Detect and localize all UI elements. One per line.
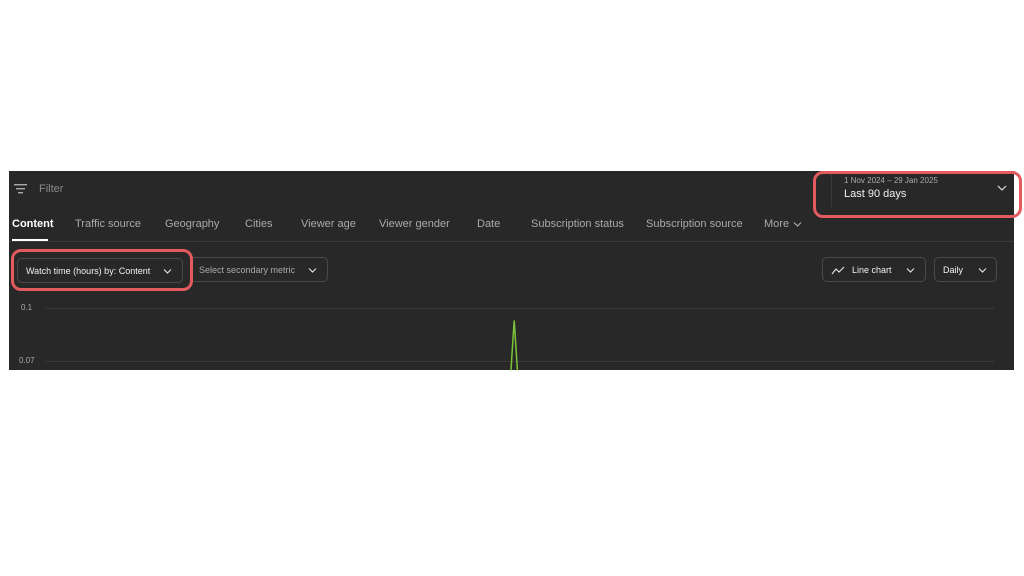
line-chart-icon [831,266,845,275]
tab-subscription-source[interactable]: Subscription source [646,218,743,230]
tab-more[interactable]: More [764,218,802,230]
tab-viewer-age[interactable]: Viewer age [301,218,356,230]
chart-type-label: Line chart [852,265,892,275]
chevron-down-icon [793,221,802,227]
tab-more-label: More [764,218,790,230]
interval-label: Daily [943,265,964,275]
series-line [510,320,519,370]
tab-content[interactable]: Content [12,218,54,230]
filter-bar: 1 Nov 2024 – 29 Jan 2025 Last 90 days [9,171,1014,207]
dimension-tabs: Content Traffic source Geography Cities … [9,207,1014,242]
tab-viewer-gender[interactable]: Viewer gender [379,218,450,230]
interval-dropdown[interactable]: Daily [934,257,997,282]
chart-type-dropdown[interactable]: Line chart [822,257,926,282]
chevron-down-icon [308,268,317,273]
chevron-down-icon [997,185,1007,191]
tab-traffic-source[interactable]: Traffic source [75,218,141,230]
tab-cities[interactable]: Cities [245,218,273,230]
primary-metric-dropdown[interactable]: Watch time (hours) by: Content [17,258,183,283]
tab-subscription-status[interactable]: Subscription status [531,218,624,230]
tab-date[interactable]: Date [477,218,500,230]
date-range-text: 1 Nov 2024 – 29 Jan 2025 [844,176,938,185]
secondary-metric-label: Select secondary metric [199,265,296,275]
chevron-down-icon [978,268,987,273]
primary-metric-label: Watch time (hours) by: Content [26,266,151,276]
chart-plot [510,320,519,370]
tab-geography[interactable]: Geography [165,218,219,230]
filter-icon[interactable] [14,182,28,196]
chevron-down-icon [163,269,172,274]
secondary-metric-dropdown[interactable]: Select secondary metric [190,257,328,282]
date-range-label: Last 90 days [844,188,907,200]
date-range-picker[interactable]: 1 Nov 2024 – 29 Jan 2025 Last 90 days [831,171,1014,207]
chevron-down-icon [906,268,915,273]
chart-area: 0.1 0.07 [9,289,1014,370]
analytics-panel: 1 Nov 2024 – 29 Jan 2025 Last 90 days Co… [9,171,1014,370]
filter-input[interactable] [39,179,439,199]
active-tab-indicator [12,239,48,241]
